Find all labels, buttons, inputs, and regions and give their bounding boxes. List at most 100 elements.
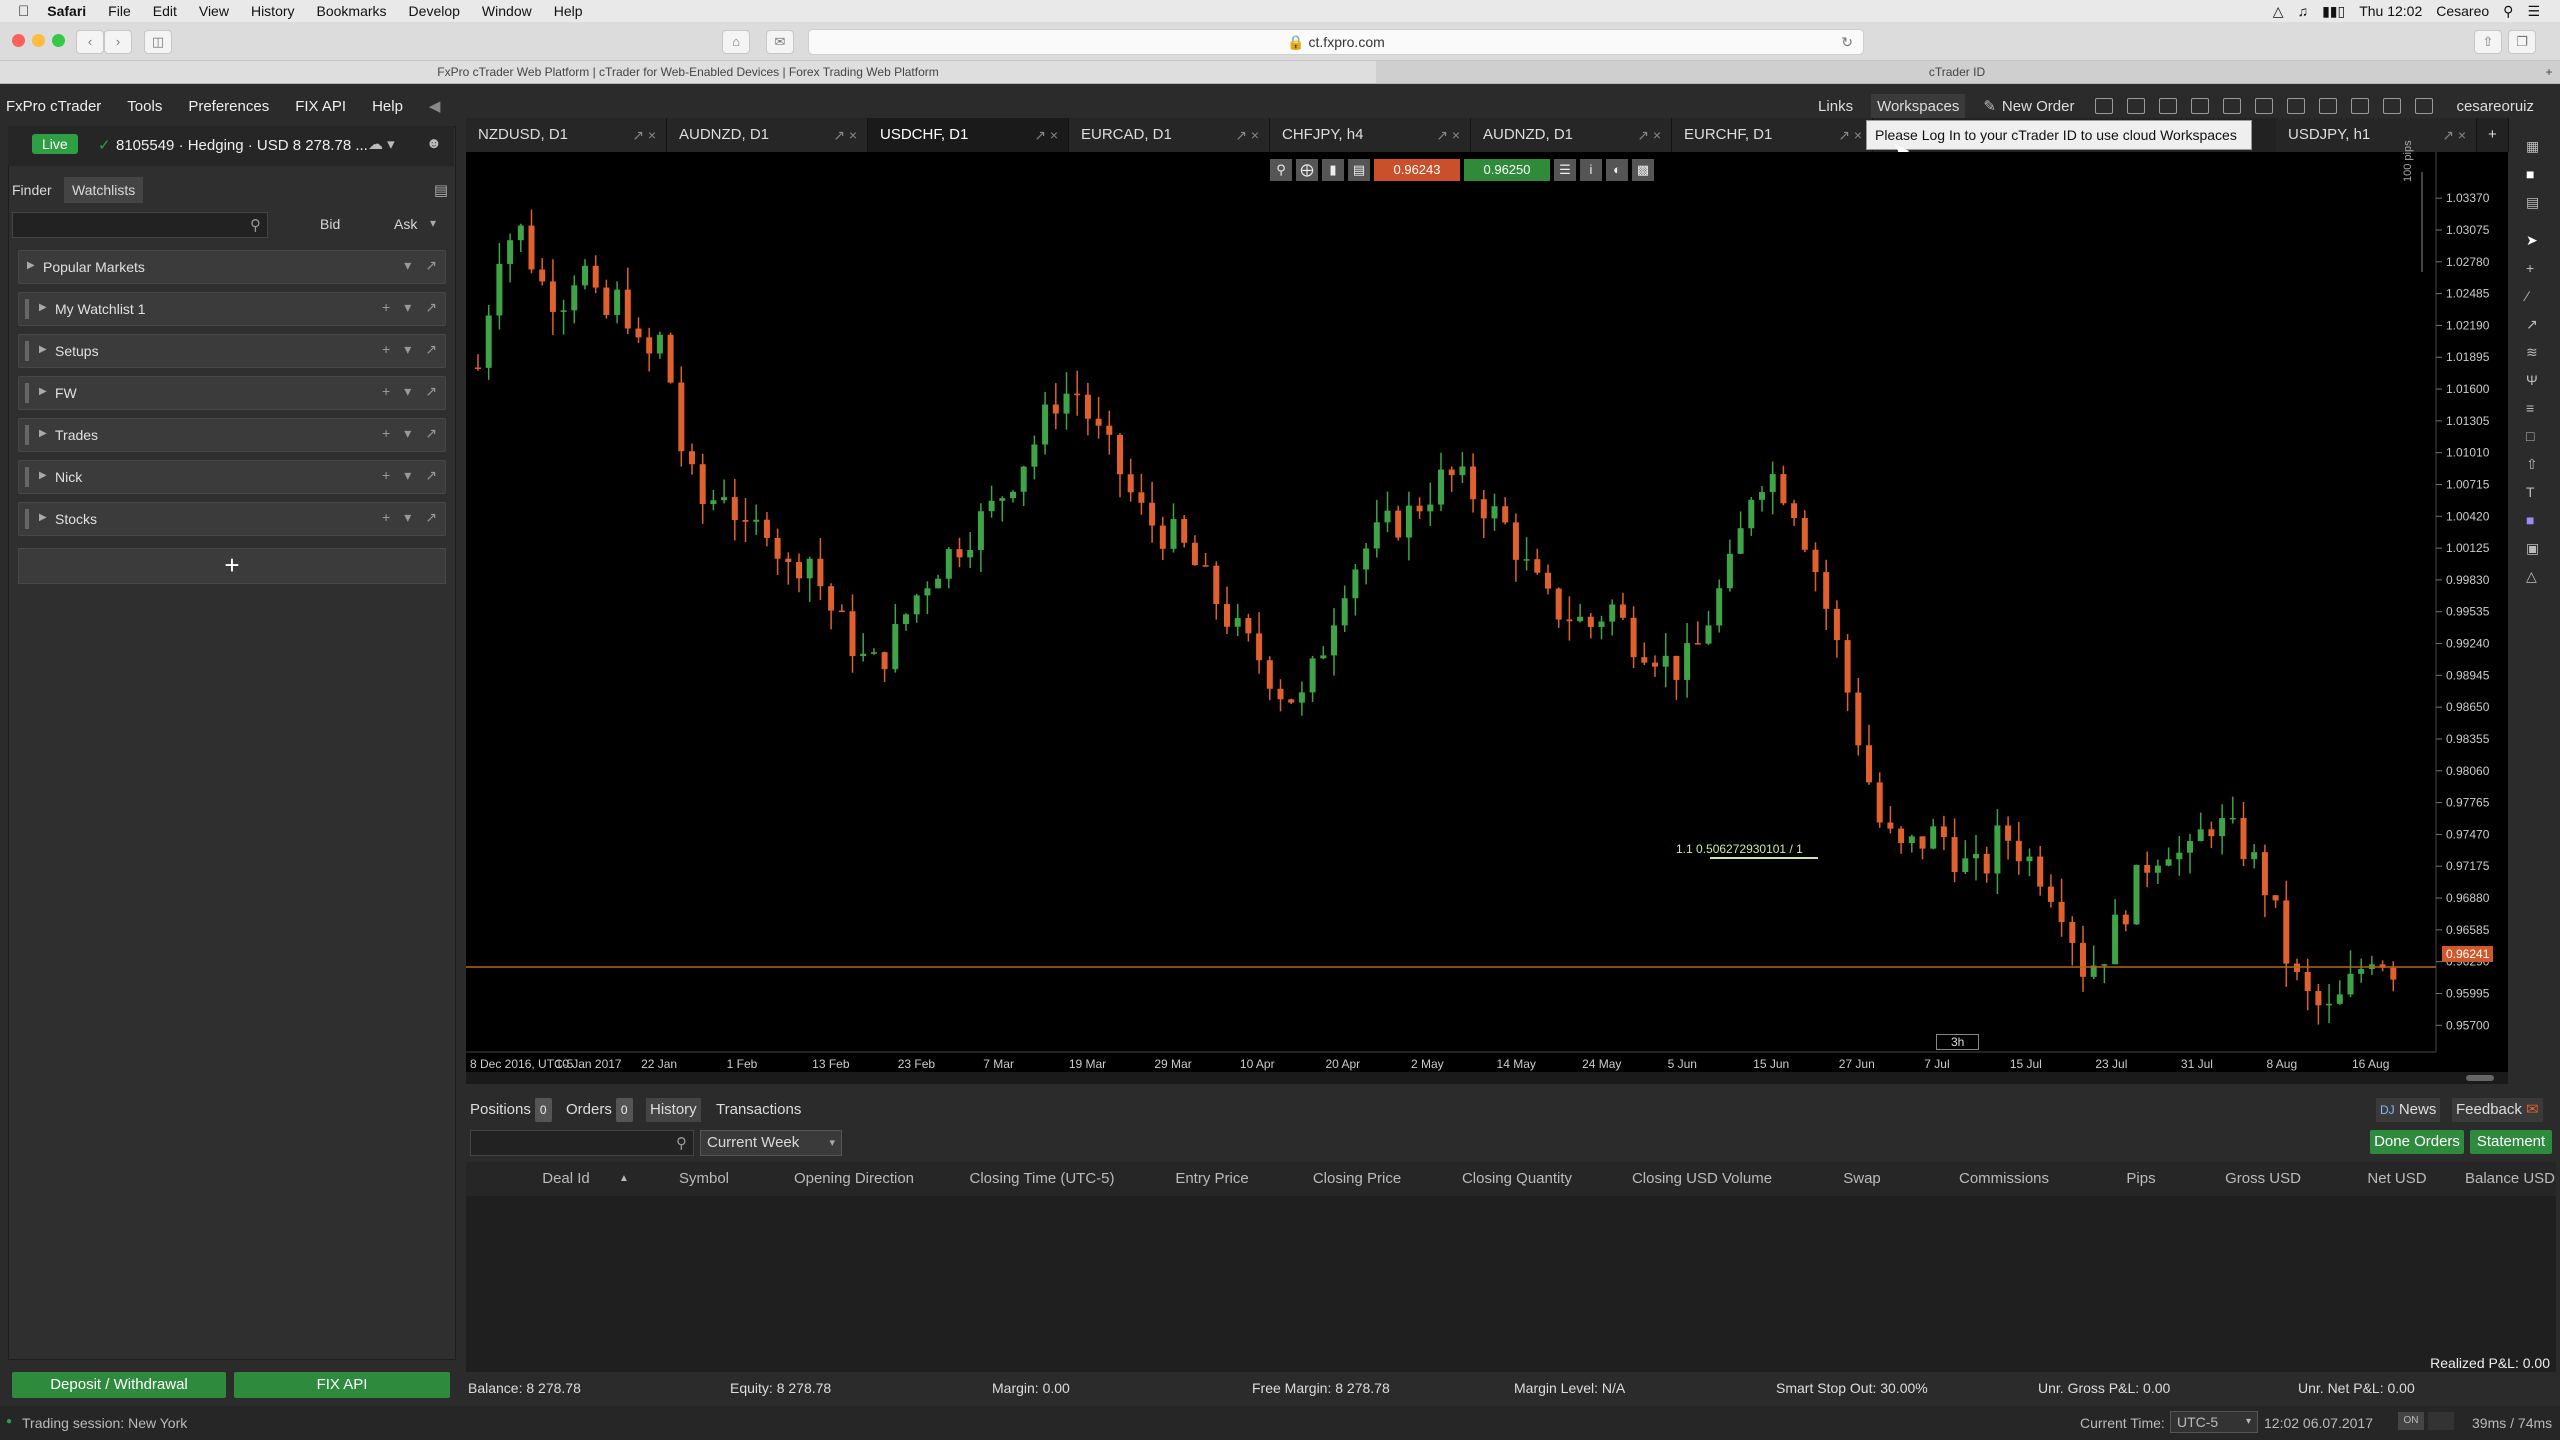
watchlist-stocks[interactable]: ▶ Stocks + ▾ ↗ <box>18 502 446 536</box>
minimize-window-button[interactable] <box>32 34 45 47</box>
browser-tab-fxpro[interactable]: FxPro cTrader Web Platform | cTrader for… <box>0 61 1376 83</box>
popout-icon[interactable]: ↗ <box>425 509 437 526</box>
close-icon[interactable]: ↗ × <box>1436 118 1460 152</box>
person-icon[interactable]: ☻ <box>426 135 442 152</box>
bid-header[interactable]: Bid <box>320 216 340 232</box>
grid-layout-icon[interactable]: ▦ <box>2526 138 2539 155</box>
menu-tools[interactable]: Tools <box>127 98 162 115</box>
col-closing-usd-volume[interactable]: Closing USD Volume <box>1602 1170 1802 1187</box>
drag-handle-icon[interactable] <box>25 341 29 361</box>
col-net-usd[interactable]: Net USD <box>2330 1170 2464 1187</box>
links-menu[interactable]: Links <box>1818 98 1853 115</box>
watchlist-popular-markets[interactable]: ▶ Popular Markets ▾ ↗ <box>18 250 446 284</box>
menu-window[interactable]: Window <box>482 3 532 19</box>
chart-layout-icon[interactable] <box>2095 98 2114 114</box>
crosshair-icon[interactable]: ⨁ <box>1296 159 1318 181</box>
list-icon[interactable]: ☰ <box>1554 159 1576 181</box>
chart-tab-chfjpy[interactable]: CHFJPY, h4 ↗ × <box>1270 118 1471 152</box>
period-select[interactable]: Current Week ▾ <box>700 1130 842 1156</box>
tab-watchlists[interactable]: Watchlists <box>64 177 144 203</box>
fibonacci-tool-icon[interactable]: ≡ <box>2526 400 2534 416</box>
tab-orders[interactable]: Orders 0 <box>562 1098 637 1122</box>
dropdown-icon[interactable]: ▾ <box>404 467 411 484</box>
live-badge[interactable]: Live <box>32 134 78 154</box>
col-pips[interactable]: Pips <box>2086 1170 2196 1187</box>
statement-button[interactable]: Statement <box>2470 1130 2552 1154</box>
tab-finder[interactable]: Finder <box>12 182 52 198</box>
close-icon[interactable]: ↗ × <box>1637 118 1661 152</box>
col-closing-price[interactable]: Closing Price <box>1282 1170 1432 1187</box>
close-icon[interactable]: ↗ × <box>2442 118 2466 152</box>
history-search-input[interactable]: ⚲ <box>470 1130 694 1156</box>
close-icon[interactable]: ↗ × <box>1235 118 1259 152</box>
chat-icon[interactable] <box>2191 98 2210 114</box>
chart-tab-audnzd-2[interactable]: AUDNZD, D1 ↗ × <box>1471 118 1672 152</box>
watchlist-fw[interactable]: ▶ FW + ▾ ↗ <box>18 376 446 410</box>
lock-tool-icon[interactable]: ▣ <box>2526 540 2539 557</box>
panel-menu-icon[interactable]: ▤ <box>434 181 448 199</box>
reload-icon[interactable]: ↻ <box>1841 30 1853 54</box>
share-icon[interactable]: ⇧ <box>2474 30 2502 54</box>
add-watchlist-button[interactable]: + <box>18 548 446 584</box>
tab-positions[interactable]: Positions 0 <box>466 1098 556 1122</box>
one-click-icon[interactable]: ▮ <box>1322 159 1344 181</box>
menu-fix-api[interactable]: FIX API <box>295 98 346 115</box>
price-annotation[interactable]: 1.1 0.506272930101 / 1 <box>1676 842 1803 856</box>
new-tab-button[interactable]: + <box>2538 61 2560 83</box>
single-layout-icon[interactable]: ■ <box>2526 166 2534 182</box>
url-bar[interactable]: 🔒 ct.fxpro.com ↻ <box>808 29 1864 55</box>
menu-help-app[interactable]: Help <box>372 98 403 115</box>
close-icon[interactable]: ↗ × <box>632 118 656 152</box>
drag-handle-icon[interactable] <box>25 467 29 487</box>
menu-file[interactable]: File <box>108 3 131 19</box>
popout-icon[interactable]: ↗ <box>425 257 437 274</box>
split-layout-icon[interactable]: ▤ <box>2526 194 2539 211</box>
cloud-icon[interactable]: ☁ ▾ <box>368 135 395 153</box>
watchlist-search-input[interactable]: ⚲ <box>12 212 268 238</box>
video-icon[interactable] <box>2127 98 2146 114</box>
col-balance-usd[interactable]: Balance USD <box>2464 1170 2556 1187</box>
watchlist-trades[interactable]: ▶ Trades + ▾ ↗ <box>18 418 446 452</box>
forward-button[interactable]: › <box>104 30 132 54</box>
close-window-button[interactable] <box>12 34 25 47</box>
deposit-withdrawal-button[interactable]: Deposit / Withdrawal <box>12 1372 226 1398</box>
popout-icon[interactable]: ↗ <box>425 383 437 400</box>
back-button[interactable]: ‹ <box>76 30 104 54</box>
done-orders-button[interactable]: Done Orders <box>2370 1130 2464 1154</box>
add-icon[interactable]: + <box>382 509 390 526</box>
menu-preferences[interactable]: Preferences <box>188 98 269 115</box>
scrollbar-thumb[interactable] <box>2466 1075 2494 1081</box>
watchlist-nick[interactable]: ▶ Nick + ▾ ↗ <box>18 460 446 494</box>
close-icon[interactable]: ↗ × <box>1838 118 1862 152</box>
home-icon[interactable]: ⌂ <box>722 30 750 54</box>
add-icon[interactable]: + <box>382 467 390 484</box>
layout-icon[interactable] <box>2383 98 2402 114</box>
tabs-overview-icon[interactable]: ❐ <box>2508 30 2536 54</box>
drag-handle-icon[interactable] <box>25 425 29 445</box>
workspaces-menu[interactable]: Workspaces <box>1871 93 1966 119</box>
chart-tab-audnzd[interactable]: AUDNZD, D1 ↗ × <box>667 118 868 152</box>
alert-bell-icon[interactable]: △ <box>2526 568 2537 585</box>
keyboard-icon[interactable] <box>2351 98 2370 114</box>
dropdown-icon[interactable]: ▾ <box>404 299 411 316</box>
dropdown-icon[interactable]: ▾ <box>404 341 411 358</box>
menu-view[interactable]: View <box>199 3 229 19</box>
menu-safari[interactable]: Safari <box>47 3 86 19</box>
chart-tab-eurchf[interactable]: EURCHF, D1 ↗ × <box>1672 118 1873 152</box>
buy-price-button[interactable]: 0.96250 <box>1464 159 1550 181</box>
account-info[interactable]: 8105549 · Hedging · USD 8 278.78 ... <box>116 137 368 154</box>
watchlist-setups[interactable]: ▶ Setups + ▾ ↗ <box>18 334 446 368</box>
add-chart-tab-button[interactable]: + <box>2482 118 2509 152</box>
mail-icon[interactable]: ✉ <box>766 30 794 54</box>
col-commissions[interactable]: Commissions <box>1922 1170 2086 1187</box>
info-icon[interactable]: i <box>1580 159 1602 181</box>
toggle-switch[interactable]: ON <box>2398 1412 2424 1430</box>
ask-header[interactable]: Ask <box>394 216 417 232</box>
indicator-icon[interactable] <box>2159 98 2178 114</box>
chart-scrollbar[interactable] <box>466 1072 2508 1084</box>
popout-icon[interactable]: ↗ <box>425 467 437 484</box>
chart-tab-eurcad[interactable]: EURCAD, D1 ↗ × <box>1069 118 1270 152</box>
line-tool-icon[interactable]: ∕ <box>2526 288 2528 304</box>
col-swap[interactable]: Swap <box>1802 1170 1922 1187</box>
dropdown-icon[interactable]: ▾ <box>404 383 411 400</box>
